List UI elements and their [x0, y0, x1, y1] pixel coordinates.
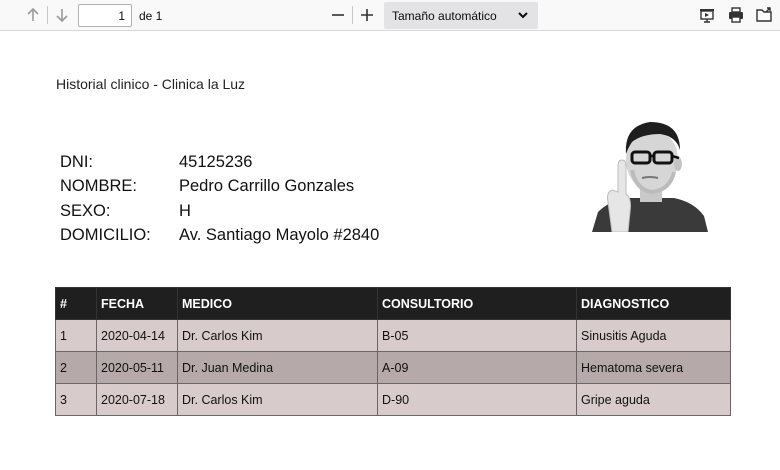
cell-medico: Dr. Carlos Kim [177, 383, 378, 416]
page-count-label: de 1 [139, 9, 163, 23]
cell-consultorio: A-09 [377, 351, 577, 384]
field-value: 45125236 [179, 153, 253, 171]
print-icon[interactable] [725, 4, 747, 26]
cell-diagnostico: Gripe aguda [576, 383, 731, 416]
field-label: SEXO: [60, 201, 111, 220]
pdf-page: Historial clinico - Clinica la Luz DNI: … [0, 32, 780, 470]
cell-number: 3 [55, 383, 97, 416]
presentation-icon[interactable] [696, 4, 718, 26]
history-table: # FECHA MEDICO CONSULTORIO DIAGNOSTICO 1… [55, 287, 731, 416]
col-header-consultorio: CONSULTORIO [377, 287, 577, 320]
table-header-row: # FECHA MEDICO CONSULTORIO DIAGNOSTICO [55, 287, 731, 320]
cell-number: 1 [55, 319, 97, 352]
open-file-icon[interactable] [753, 4, 775, 26]
cell-fecha: 2020-07-18 [96, 383, 178, 416]
zoom-select[interactable]: Tamaño automático [384, 2, 538, 29]
arrow-up-icon[interactable] [22, 4, 44, 26]
zoom-out-icon[interactable] [327, 4, 349, 26]
document-title: Historial clinico - Clinica la Luz [56, 76, 246, 92]
cell-number: 2 [55, 351, 97, 384]
field-value: Pedro Carrillo Gonzales [179, 177, 355, 196]
table-row: 2 2020-05-11 Dr. Juan Medina A-09 Hemato… [55, 351, 731, 384]
col-header-fecha: FECHA [96, 287, 178, 320]
cell-medico: Dr. Juan Medina [177, 351, 378, 384]
field-label: NOMBRE: [60, 177, 138, 196]
toolbar-separator [352, 6, 353, 24]
field-value: H [179, 201, 191, 220]
cell-consultorio: D-90 [377, 383, 577, 416]
zoom-value: Tamaño automático [392, 9, 497, 23]
field-label: DNI: [60, 153, 93, 171]
cell-diagnostico: Sinusitis Aguda [576, 319, 731, 352]
col-header-number: # [55, 287, 97, 320]
zoom-in-icon[interactable] [356, 4, 378, 26]
cell-medico: Dr. Carlos Kim [177, 319, 378, 352]
pdf-toolbar: de 1 Tamaño automático [0, 0, 780, 31]
chevron-down-icon [517, 8, 529, 26]
cell-fecha: 2020-05-11 [96, 351, 178, 384]
cell-consultorio: B-05 [377, 319, 577, 352]
patient-photo [590, 116, 710, 233]
col-header-medico: MEDICO [177, 287, 378, 320]
col-header-diagnostico: DIAGNOSTICO [576, 287, 731, 320]
toolbar-separator [47, 6, 48, 24]
page-number-input[interactable] [78, 4, 132, 27]
field-label: DOMICILIO: [60, 225, 151, 244]
cell-diagnostico: Hematoma severa [576, 351, 731, 384]
table-row: 1 2020-04-14 Dr. Carlos Kim B-05 Sinusit… [55, 319, 731, 352]
cell-fecha: 2020-04-14 [96, 319, 178, 352]
table-row: 3 2020-07-18 Dr. Carlos Kim D-90 Gripe a… [55, 383, 731, 416]
field-value: Av. Santiago Mayolo #2840 [179, 225, 380, 244]
arrow-down-icon[interactable] [51, 4, 73, 26]
